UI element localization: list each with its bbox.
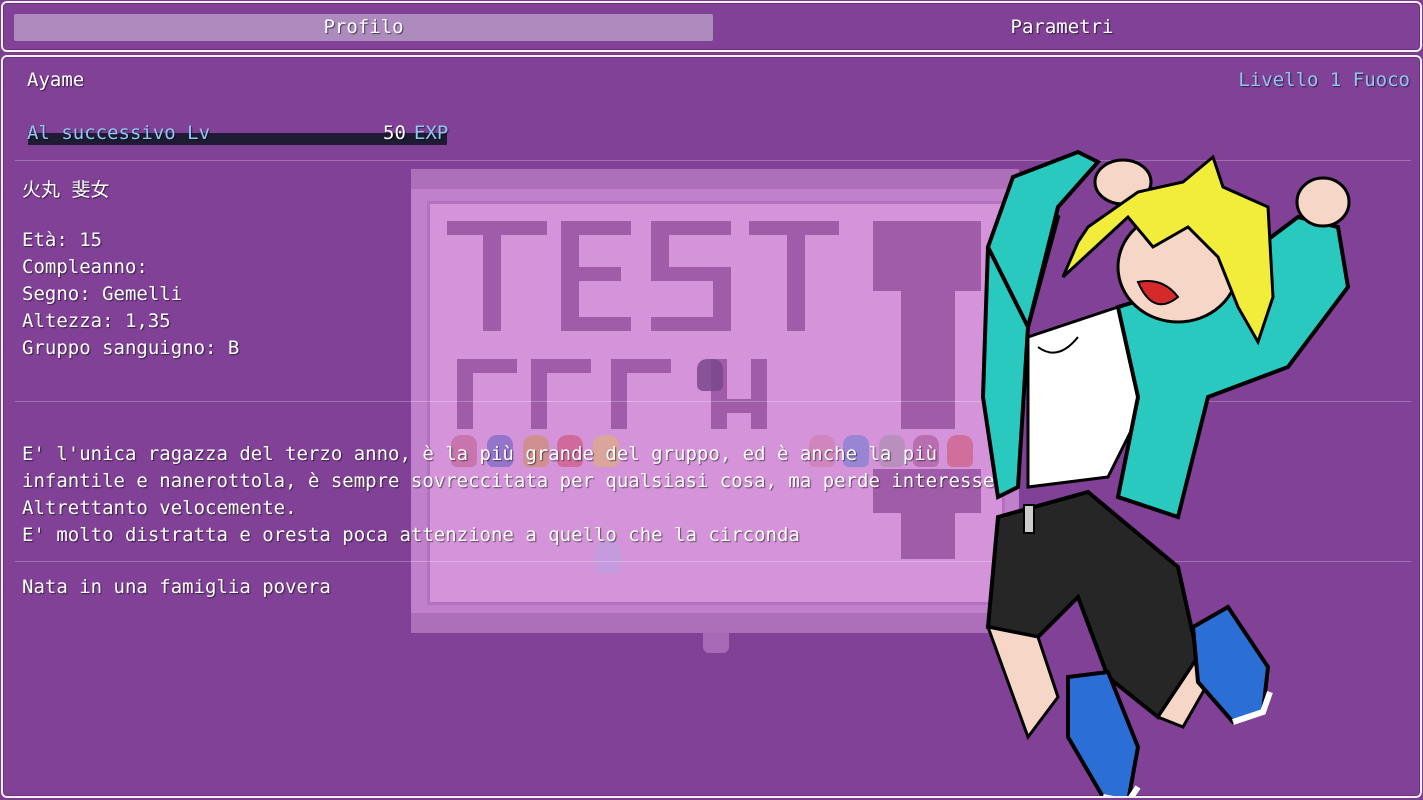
profile-sign: Segno: Gemelli: [22, 283, 183, 305]
bio-line: Altrettanto velocemente.: [22, 497, 297, 519]
tab-window: Profilo Parametri: [1, 1, 1422, 52]
profile-height: Altezza: 1,35: [22, 310, 171, 332]
exp-label: Al successivo Lv: [27, 122, 211, 144]
tab-profilo[interactable]: Profilo: [14, 14, 713, 41]
exp-value: 50: [383, 122, 406, 144]
character-portrait: [980, 149, 1351, 796]
bio-line: infantile e nanerottola, è sempre sovrec…: [22, 470, 995, 492]
bio-line: Nata in una famiglia povera: [22, 576, 331, 598]
actor-name: Ayame: [27, 69, 85, 91]
profile-age: Età: 15: [22, 229, 103, 251]
status-window: Ayame Livello 1 Fuoco Al successivo Lv 5…: [1, 55, 1422, 798]
actor-level-element: Livello 1 Fuoco: [1238, 69, 1410, 91]
bio-line: E' molto distratta e oresta poca attenzi…: [22, 524, 800, 546]
bio-line: E' l'unica ragazza del terzo anno, è la …: [22, 443, 938, 465]
profile-blood-type: Gruppo sanguigno: B: [22, 337, 240, 359]
tab-parametri[interactable]: Parametri: [713, 14, 1411, 41]
exp-unit: EXP: [414, 122, 449, 144]
profile-birthday: Compleanno:: [22, 256, 148, 278]
japanese-name: 火丸 斐女: [22, 179, 110, 201]
